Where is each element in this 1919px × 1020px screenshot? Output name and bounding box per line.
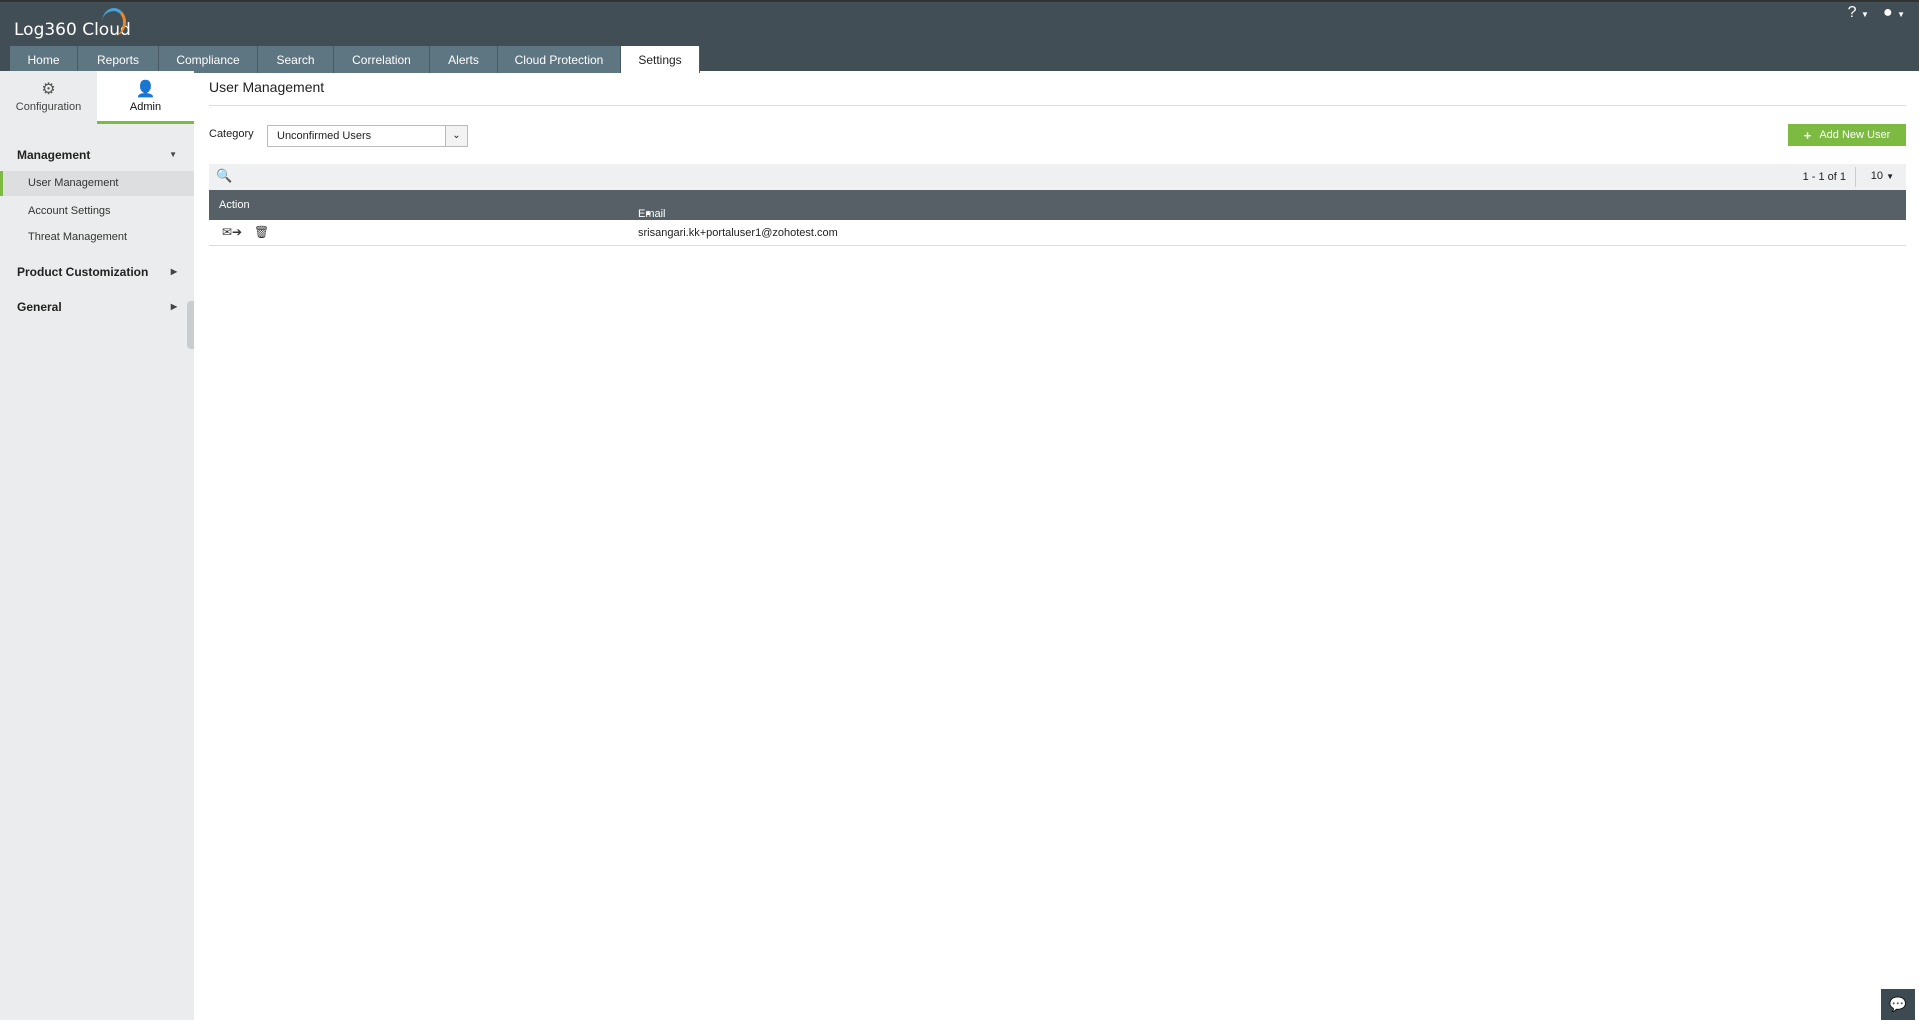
side-tab-admin[interactable]: 👤 Admin (97, 71, 194, 124)
table-row: ✉➔ 🗑 srisangari.kk+portaluser1@zohotest.… (209, 220, 1906, 246)
logo-arc-icon (102, 8, 126, 36)
sidebar-group-general[interactable]: General ▶ (17, 300, 177, 314)
sort-asc-icon: ▲ (644, 208, 652, 217)
sidebar-collapse-handle[interactable] (187, 301, 194, 349)
search-filter-icon[interactable]: 🔍 (216, 168, 232, 184)
tab-compliance[interactable]: Compliance (159, 46, 258, 73)
sidebar-item-threat-management[interactable]: Threat Management (0, 225, 194, 250)
tab-search[interactable]: Search (258, 46, 334, 73)
divider (1855, 167, 1856, 187)
divider (209, 105, 1906, 106)
help-menu[interactable]: ? ▼ (1848, 4, 1869, 22)
column-header-action: Action (219, 199, 250, 211)
tab-settings[interactable]: Settings (621, 46, 700, 73)
category-select[interactable]: Unconfirmed Users ⌄ (267, 125, 468, 147)
tab-reports[interactable]: Reports (78, 46, 159, 73)
tab-cloud-protection[interactable]: Cloud Protection (498, 46, 621, 73)
table-header: Action Email ▲ (209, 190, 1906, 220)
caret-right-icon: ▶ (170, 267, 177, 276)
sidebar-group-product-customization[interactable]: Product Customization ▶ (17, 265, 177, 279)
tab-correlation[interactable]: Correlation (334, 46, 430, 73)
sidebar-item-user-management[interactable]: User Management (0, 171, 194, 196)
chat-icon[interactable]: 💬 (1881, 989, 1915, 1020)
caret-down-icon: ▼ (1886, 172, 1894, 181)
sidebar-group-management[interactable]: Management ▼ (17, 148, 177, 162)
side-tab-configuration[interactable]: ⚙ Configuration (0, 71, 97, 124)
chevron-down-icon: ▼ (1897, 10, 1905, 19)
caret-down-icon: ▼ (169, 150, 177, 159)
chevron-down-icon: ▼ (1861, 10, 1869, 19)
delete-icon[interactable]: 🗑 (254, 225, 269, 239)
category-label: Category (209, 128, 254, 140)
plus-icon: + (1803, 127, 1812, 143)
user-menu[interactable]: ● ▼ (1883, 4, 1905, 22)
sidebar-item-account-settings[interactable]: Account Settings (0, 199, 194, 224)
tab-home[interactable]: Home (10, 46, 78, 73)
top-bar: Log360 Cloud Home Reports Compliance Sea… (0, 0, 1919, 73)
caret-right-icon: ▶ (170, 302, 177, 311)
table-toolbar: 🔍 1 - 1 of 1 10 ▼ (209, 164, 1906, 190)
per-page-select[interactable]: 10 ▼ (1871, 170, 1894, 182)
admin-user-icon: 👤 (135, 81, 156, 98)
chevron-down-icon[interactable]: ⌄ (445, 126, 467, 146)
sidebar: ⚙ Configuration 👤 Admin Management ▼ User M… (0, 71, 194, 1020)
page-title: User Management (209, 79, 325, 95)
user-icon: ● (1882, 4, 1893, 21)
tab-alerts[interactable]: Alerts (430, 46, 498, 73)
header-actions: ? ▼ ● ▼ (1848, 4, 1905, 22)
user-email: srisangari.kk+portaluser1@zohotest.com (638, 227, 838, 239)
gear-icon: ⚙ (41, 81, 56, 98)
resend-mail-icon[interactable]: ✉➔ (222, 225, 242, 239)
app-logo[interactable]: Log360 Cloud (14, 8, 131, 40)
add-new-user-button[interactable]: + Add New User (1788, 124, 1906, 146)
pagination-info: 1 - 1 of 1 (1802, 171, 1846, 183)
